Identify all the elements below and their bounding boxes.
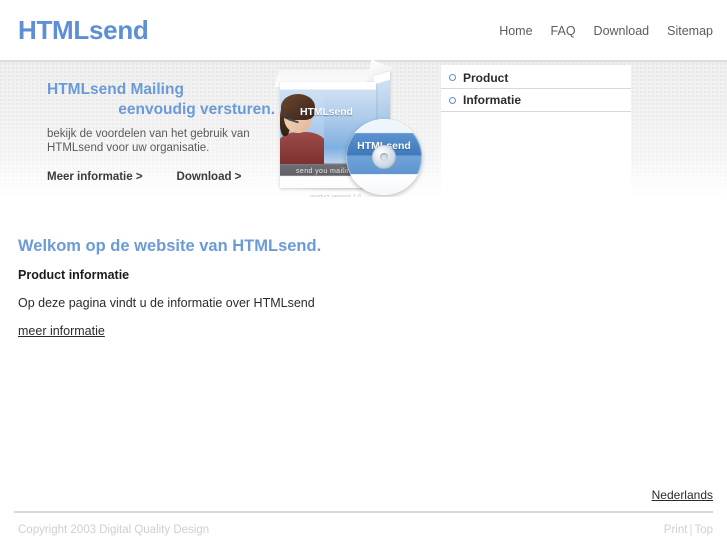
sidebar-menu: Product Informatie — [441, 65, 631, 198]
section-subtitle: Product informatie — [18, 268, 130, 282]
box-strip-text: send you mailing — [296, 168, 355, 175]
main-content: Welkom op de website van HTMLsend. Produ… — [18, 236, 578, 340]
bullet-circle-icon — [449, 96, 456, 104]
product-disc: HTMLsend — [346, 119, 422, 195]
banner-subtext-line1: bekijk de voordelen van het gebruik van — [47, 128, 250, 140]
sidebar-item-label: Product — [463, 70, 509, 85]
copyright-text: Copyright 2003 Digital Quality Design — [18, 524, 210, 536]
banner-subtext: bekijk de voordelen van het gebruik van … — [47, 128, 277, 155]
nav-item-faq[interactable]: FAQ — [551, 24, 576, 38]
photo-shoulders — [280, 132, 324, 164]
banner-subtext-line2: HTMLsend voor uw organisatie. — [47, 141, 210, 154]
sidebar-item-informatie[interactable]: Informatie — [441, 89, 631, 112]
nav-item-home[interactable]: Home — [499, 24, 532, 38]
nav-item-sitemap[interactable]: Sitemap — [667, 24, 713, 38]
box-photo-woman — [280, 90, 324, 164]
top-navigation: Home FAQ Download Sitemap — [499, 24, 713, 38]
nav-item-download[interactable]: Download — [594, 24, 650, 38]
language-link-nederlands[interactable]: Nederlands — [652, 488, 713, 502]
banner-headline-line1: HTMLsend Mailing — [47, 81, 184, 98]
banner-copy: HTMLsend Mailing eenvoudig versturen. be… — [47, 80, 277, 183]
site-header: HTMLsend Home FAQ Download Sitemap — [0, 0, 727, 60]
page-title: Welkom op de website van HTMLsend. — [18, 237, 322, 255]
sidebar-item-product[interactable]: Product — [441, 66, 631, 89]
banner-top-divider — [0, 60, 727, 62]
sidebar-item-label: Informatie — [463, 93, 522, 107]
product-box-image: HTMLsend send you mailing product versio… — [268, 60, 440, 197]
disc-hole — [380, 153, 388, 161]
site-logo[interactable]: HTMLsend — [18, 15, 149, 45]
more-info-link[interactable]: meer informatie — [18, 324, 105, 338]
footer-links: Print | Top — [664, 523, 713, 537]
top-link[interactable]: Top — [694, 524, 713, 536]
print-link[interactable]: Print — [664, 524, 688, 536]
language-switcher: Nederlands — [652, 486, 713, 504]
banner-more-info-link[interactable]: Meer informatie > — [47, 171, 143, 183]
sidebar-filler — [441, 112, 631, 198]
box-bottom-text: product version 1.0 — [309, 194, 362, 197]
box-wordmark: HTMLsend — [300, 106, 353, 118]
banner-headline-line2: eenvoudig versturen. — [118, 101, 275, 118]
banner-download-link[interactable]: Download > — [177, 171, 242, 183]
site-footer: Copyright 2003 Digital Quality Design Pr… — [0, 513, 727, 545]
headset-earpiece-icon — [285, 114, 290, 119]
page-root: HTMLsend Home FAQ Download Sitemap HTMLs… — [0, 0, 727, 545]
banner-cta-group: Meer informatie > Download > — [47, 171, 277, 183]
body-paragraph: Op deze pagina vindt u de informatie ove… — [18, 296, 315, 310]
bullet-circle-icon — [449, 74, 456, 81]
